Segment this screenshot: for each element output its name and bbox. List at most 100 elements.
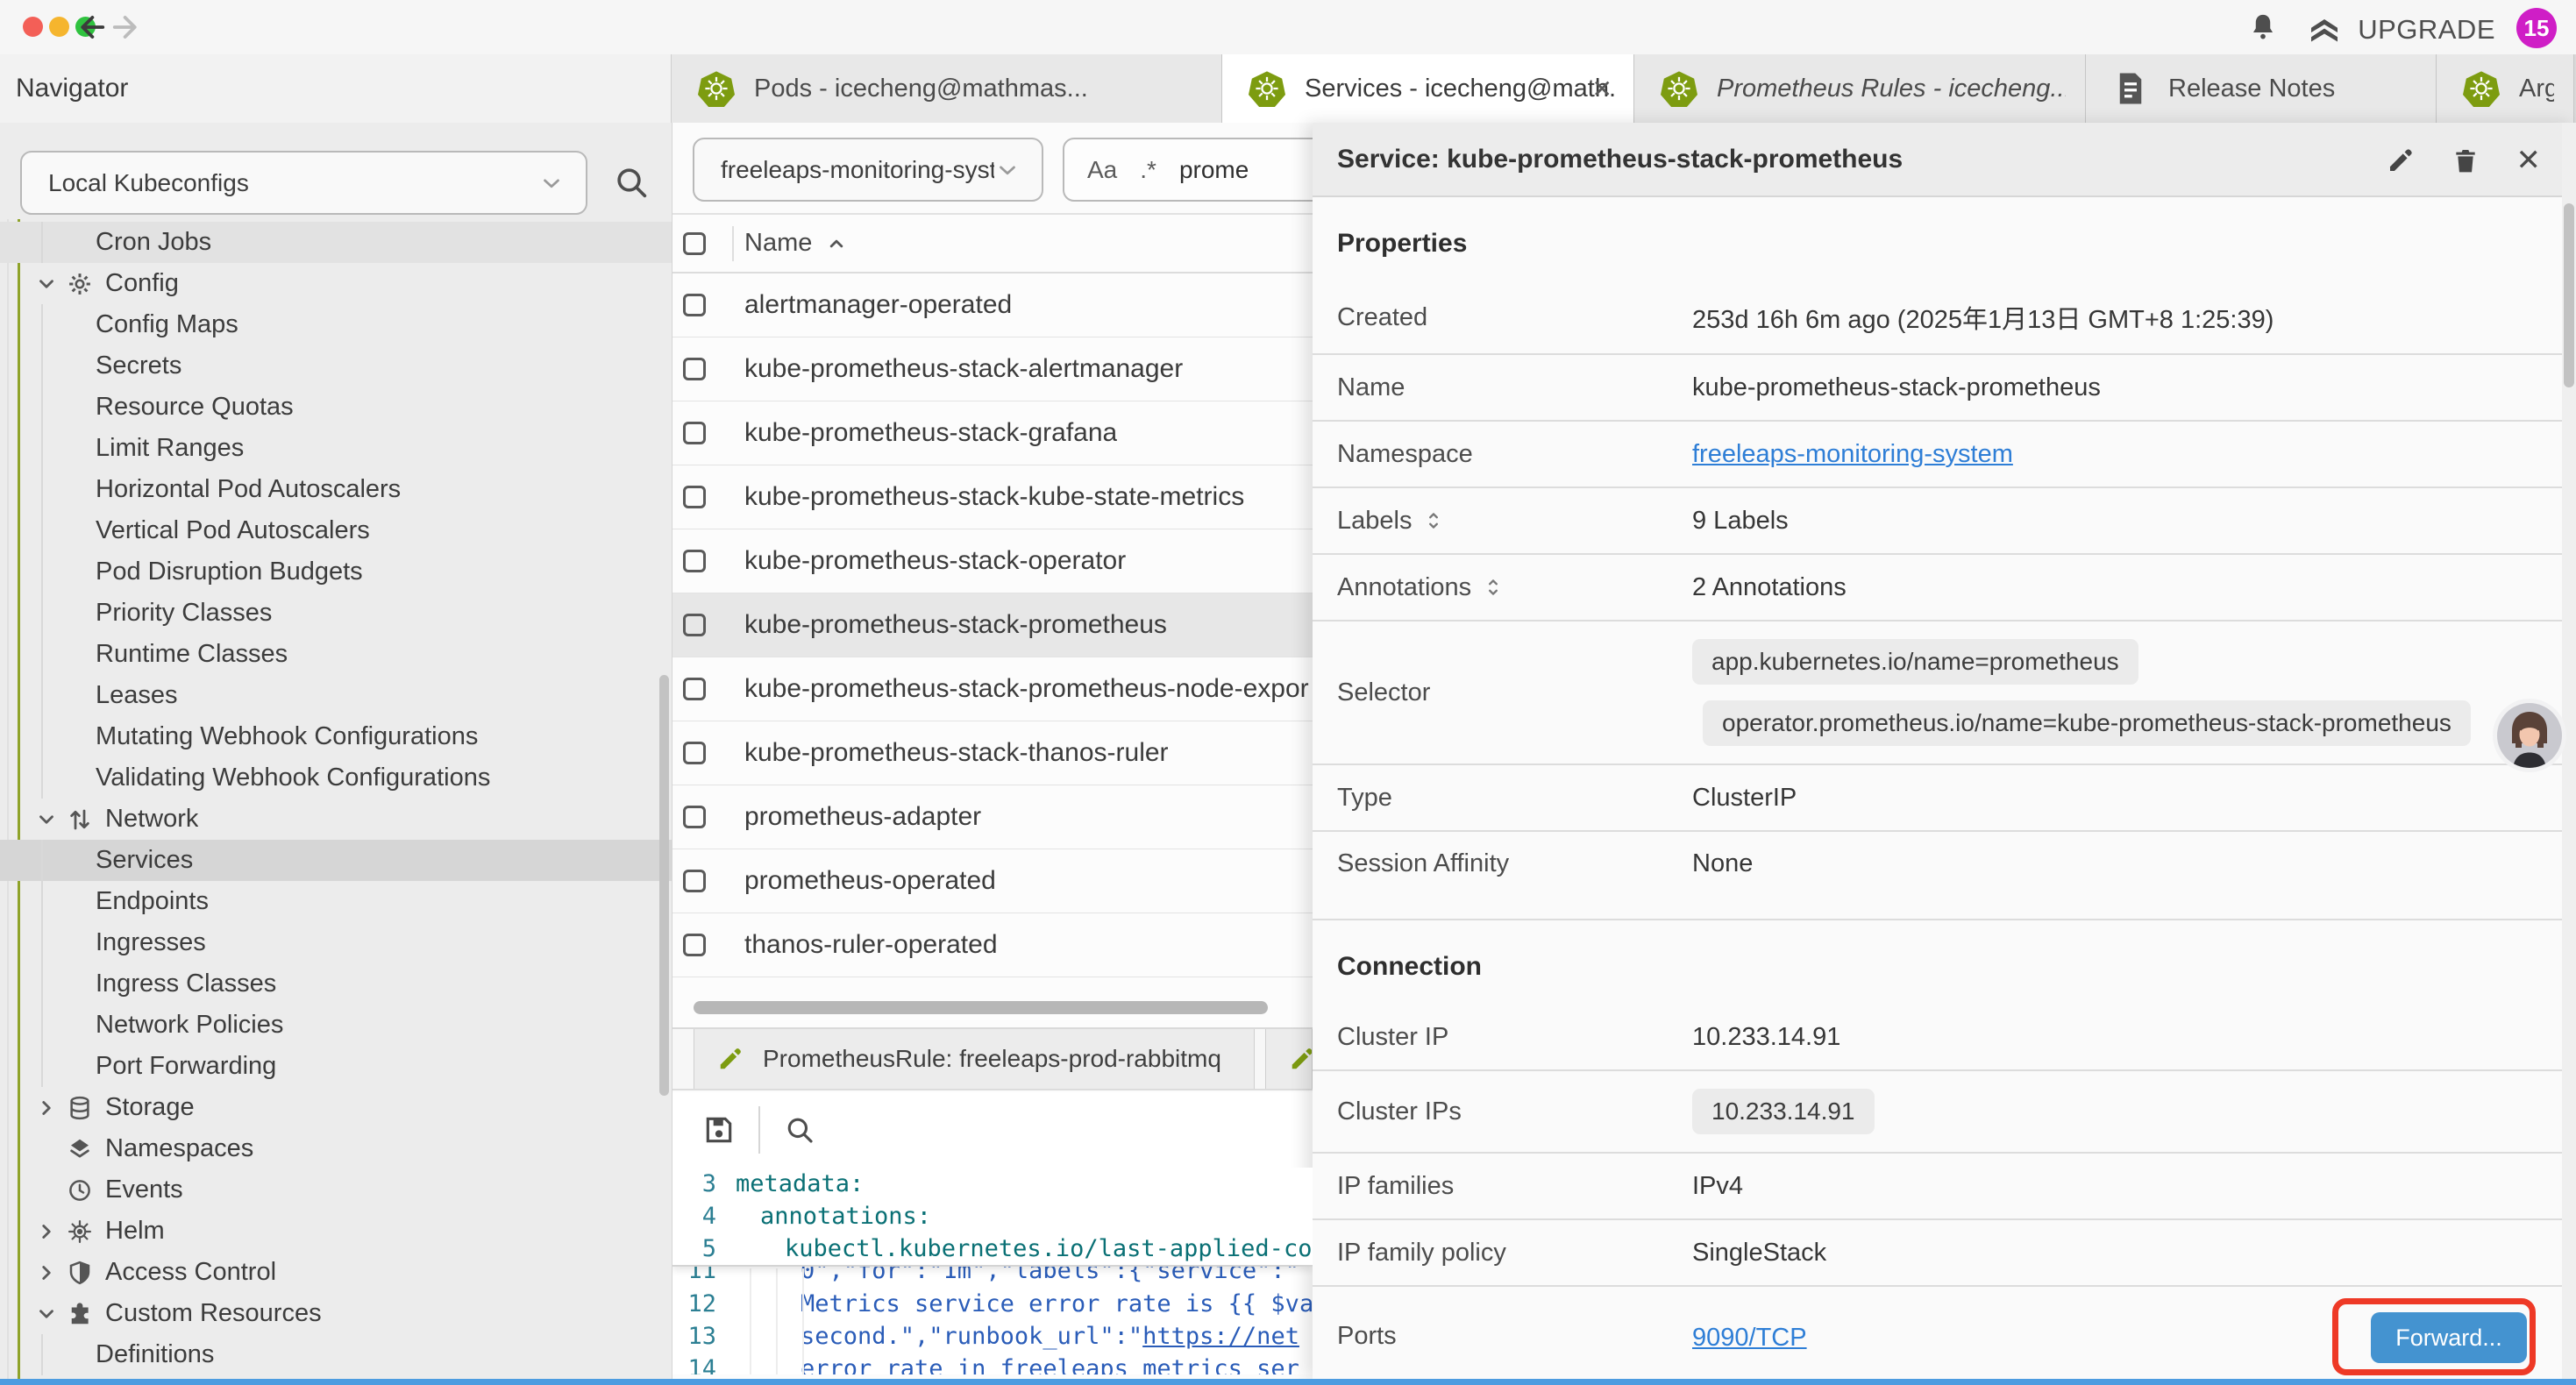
sidebar-item-label: Storage (105, 1093, 195, 1122)
resource-tree: Cron JobsConfigConfig MapsSecretsResourc… (0, 222, 672, 1375)
close-icon[interactable]: ✕ (2516, 146, 2542, 175)
service-row-kube-prometheus-stack-operator[interactable]: kube-prometheus-stack-operator (672, 529, 1313, 593)
sidebar-item-events[interactable]: Events (0, 1169, 672, 1211)
editor-tab-prometheusrule[interactable]: PrometheusRule: freeleaps-prod-rabbitmq (694, 1029, 1255, 1089)
sidebar-item-namespaces[interactable]: Namespaces (0, 1128, 672, 1169)
tab-prometheus-rules-icecheng[interactable]: Prometheus Rules - icecheng... (1634, 54, 2086, 123)
sidebar-item-priority-classes[interactable]: Priority Classes (0, 593, 672, 634)
horizontal-scrollbar-thumb[interactable] (694, 1001, 1268, 1014)
sidebar-item-cron-jobs[interactable]: Cron Jobs (0, 222, 672, 263)
upgrade-button[interactable]: UPGRADE (2305, 12, 2495, 47)
tab-argo-se[interactable]: Argo Se (2437, 54, 2574, 123)
sidebar-item-network-policies[interactable]: Network Policies (0, 1005, 672, 1046)
sidebar-item-resource-quotas[interactable]: Resource Quotas (0, 387, 672, 428)
back-arrow-icon[interactable] (74, 11, 107, 44)
editor-search-icon[interactable] (785, 1115, 815, 1145)
database-icon (67, 1095, 93, 1121)
detail-row-type: TypeClusterIP (1313, 765, 2576, 832)
sidebar-item-config[interactable]: Config (0, 263, 672, 304)
row-checkbox[interactable] (683, 806, 706, 828)
sidebar-item-validating-webhook-configurations[interactable]: Validating Webhook Configurations (0, 757, 672, 799)
line-content: second.","runbook_url":"https://net (736, 1320, 1313, 1353)
editor-tab-hidden[interactable] (1265, 1029, 1313, 1089)
sidebar-scrollbar-thumb[interactable] (659, 675, 669, 1096)
sidebar-item-ingresses[interactable]: Ingresses (0, 922, 672, 963)
row-checkbox[interactable] (683, 742, 706, 764)
list-search-input[interactable]: Aa .* prome (1063, 138, 1313, 202)
sidebar-item-endpoints[interactable]: Endpoints (0, 881, 672, 922)
kubeconfig-selector[interactable]: Local Kubeconfigs (20, 151, 587, 215)
forward-arrow-icon[interactable] (110, 11, 144, 44)
row-checkbox[interactable] (683, 294, 706, 316)
assistant-avatar[interactable] (2492, 698, 2567, 773)
sidebar-item-helm[interactable]: Helm (0, 1211, 672, 1252)
service-row-kube-prometheus-stack-grafana[interactable]: kube-prometheus-stack-grafana (672, 401, 1313, 465)
sidebar-item-vertical-pod-autoscalers[interactable]: Vertical Pod Autoscalers (0, 510, 672, 551)
close-tab-icon[interactable]: ✕ (1592, 75, 1612, 103)
row-checkbox[interactable] (683, 678, 706, 700)
port-link[interactable]: 9090/TCP (1692, 1324, 1807, 1353)
service-row-kube-prometheus-stack-thanos-ruler[interactable]: kube-prometheus-stack-thanos-ruler (672, 721, 1313, 785)
sidebar-item-custom-resources[interactable]: Custom Resources (0, 1293, 672, 1334)
save-icon[interactable] (702, 1113, 736, 1147)
row-checkbox[interactable] (683, 934, 706, 956)
service-row-kube-prometheus-stack-prometheus[interactable]: kube-prometheus-stack-prometheus (672, 593, 1313, 657)
sidebar-item-limit-ranges[interactable]: Limit Ranges (0, 428, 672, 469)
tab-label: Release Notes (2168, 75, 2335, 103)
delete-trash-icon[interactable] (2451, 146, 2480, 174)
yaml-editor[interactable]: 3metadata:4annotations:5kubectl.kubernet… (672, 1168, 1313, 1374)
row-checkbox[interactable] (683, 614, 706, 636)
sidebar-item-definitions[interactable]: Definitions (0, 1334, 672, 1375)
line-content: 0","for":"1m","labels":{"service":" (736, 1267, 1313, 1287)
sidebar-search-icon[interactable] (614, 165, 649, 200)
sidebar-item-network[interactable]: Network (0, 799, 672, 840)
service-row-kube-prometheus-stack-prometheus-node-ex[interactable]: kube-prometheus-stack-prometheus-node-ex… (672, 657, 1313, 721)
row-checkbox[interactable] (683, 358, 706, 380)
tab-pods-icecheng-mathmas[interactable]: Pods - icecheng@mathmas... (672, 54, 1222, 123)
sort-ascending-icon[interactable] (824, 231, 849, 256)
details-scrollbar-thumb[interactable] (2564, 203, 2574, 387)
namespace-filter-selector[interactable]: freeleaps-monitoring-system (693, 138, 1043, 202)
detail-label: Name (1337, 373, 1692, 402)
row-checkbox[interactable] (683, 422, 706, 444)
service-row-kube-prometheus-stack-alertmanager[interactable]: kube-prometheus-stack-alertmanager (672, 337, 1313, 401)
row-checkbox[interactable] (683, 870, 706, 892)
namespace-link[interactable]: freeleaps-monitoring-system (1692, 440, 2013, 468)
service-row-prometheus-adapter[interactable]: prometheus-adapter (672, 785, 1313, 849)
sidebar-item-ingress-classes[interactable]: Ingress Classes (0, 963, 672, 1005)
select-all-checkbox[interactable] (683, 232, 706, 255)
service-row-thanos-ruler-operated[interactable]: thanos-ruler-operated (672, 913, 1313, 977)
tab-services-icecheng-math[interactable]: Services - icecheng@math...✕ (1222, 54, 1634, 123)
notifications-bell-icon[interactable] (2248, 11, 2278, 43)
row-checkbox[interactable] (683, 486, 706, 508)
service-row-alertmanager-operated[interactable]: alertmanager-operated (672, 273, 1313, 337)
tab-release-notes[interactable]: Release Notes (2086, 54, 2437, 123)
sidebar-item-runtime-classes[interactable]: Runtime Classes (0, 634, 672, 675)
name-column-header[interactable]: Name (744, 229, 812, 258)
sidebar-item-services[interactable]: Services (0, 840, 672, 881)
sidebar-item-pod-disruption-budgets[interactable]: Pod Disruption Budgets (0, 551, 672, 593)
sidebar-item-horizontal-pod-autoscalers[interactable]: Horizontal Pod Autoscalers (0, 469, 672, 510)
row-checkbox[interactable] (683, 550, 706, 572)
sidebar-item-leases[interactable]: Leases (0, 675, 672, 716)
service-name: kube-prometheus-stack-prometheus (744, 610, 1167, 640)
chevright-icon (35, 1261, 58, 1284)
sidebar-item-storage[interactable]: Storage (0, 1087, 672, 1128)
sidebar-item-port-forwarding[interactable]: Port Forwarding (0, 1046, 672, 1087)
minimize-window-button[interactable] (49, 17, 69, 37)
sidebar-item-config-maps[interactable]: Config Maps (0, 304, 672, 345)
regex-toggle[interactable]: .* (1140, 156, 1156, 184)
service-name: kube-prometheus-stack-kube-state-metrics (744, 482, 1244, 512)
service-row-kube-prometheus-stack-kube-state-metrics[interactable]: kube-prometheus-stack-kube-state-metrics (672, 465, 1313, 529)
detail-row-cluster-ip: Cluster IP10.233.14.91 (1313, 1005, 2576, 1071)
close-window-button[interactable] (23, 17, 43, 37)
match-case-toggle[interactable]: Aa (1087, 156, 1117, 184)
tab-label: Pods - icecheng@mathmas... (754, 75, 1088, 103)
sidebar-item-mutating-webhook-configurations[interactable]: Mutating Webhook Configurations (0, 716, 672, 757)
edit-pencil-icon[interactable] (2387, 146, 2415, 174)
sidebar-item-secrets[interactable]: Secrets (0, 345, 672, 387)
notification-count-badge[interactable]: 15 (2516, 8, 2557, 48)
sidebar-item-access-control[interactable]: Access Control (0, 1252, 672, 1293)
service-row-prometheus-operated[interactable]: prometheus-operated (672, 849, 1313, 913)
forward-button[interactable]: Forward... (2371, 1312, 2527, 1363)
